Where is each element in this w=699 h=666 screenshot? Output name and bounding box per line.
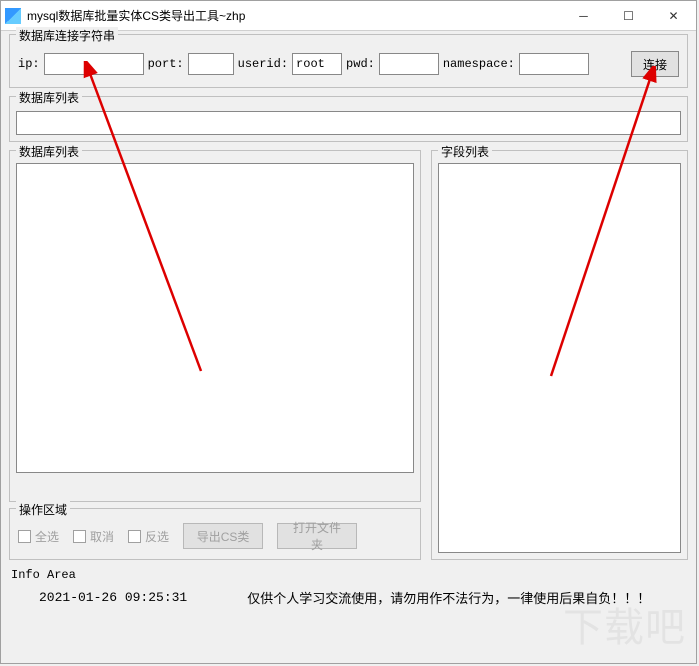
status-bar: 2021-01-26 09:25:31 仅供个人学习交流使用，请勿用作不法行为，… [9,584,688,613]
userid-label: userid: [238,57,288,71]
userid-input[interactable] [292,53,342,75]
checkbox-icon [73,530,86,543]
info-area-label: Info Area [11,568,688,582]
window-title: mysql数据库批量实体CS类导出工具~zhp [27,7,561,24]
database-list-2-legend: 数据库列表 [16,143,82,160]
database-list-1-group: 数据库列表 [9,96,688,142]
export-cs-button[interactable]: 导出CS类 [183,523,263,549]
namespace-input[interactable] [519,53,589,75]
status-message: 仅供个人学习交流使用，请勿用作不法行为，一律使用后果自负！！！ [247,588,650,607]
fields-legend: 字段列表 [438,143,492,160]
database-list-1-legend: 数据库列表 [16,89,82,106]
cancel-checkbox[interactable]: 取消 [73,528,114,545]
fields-listbox[interactable] [438,163,681,553]
operations-group: 操作区域 全选 取消 反选 [9,508,421,560]
select-all-label: 全选 [35,528,59,545]
ip-input[interactable] [44,53,144,75]
invert-checkbox[interactable]: 反选 [128,528,169,545]
connect-button[interactable]: 连接 [631,51,679,77]
invert-label: 反选 [145,528,169,545]
ip-label: ip: [18,57,40,71]
checkbox-icon [128,530,141,543]
maximize-button[interactable]: ☐ [606,1,651,30]
namespace-label: namespace: [443,57,515,71]
app-icon [5,8,21,24]
connection-group: 数据库连接字符串 ip: port: userid: pwd: namespac… [9,34,688,88]
app-window: mysql数据库批量实体CS类导出工具~zhp ─ ☐ ✕ 数据库连接字符串 i… [0,0,697,664]
cancel-label: 取消 [90,528,114,545]
port-input[interactable] [188,53,234,75]
database-list-2-group: 数据库列表 [9,150,421,502]
select-all-checkbox[interactable]: 全选 [18,528,59,545]
status-timestamp: 2021-01-26 09:25:31 [39,590,187,605]
close-button[interactable]: ✕ [651,1,696,30]
database-list-1-input[interactable] [16,111,681,135]
fields-group: 字段列表 [431,150,688,560]
open-folder-button[interactable]: 打开文件夹 [277,523,357,549]
operations-legend: 操作区域 [16,501,70,518]
pwd-input[interactable] [379,53,439,75]
database-listbox[interactable] [16,163,414,473]
pwd-label: pwd: [346,57,375,71]
connection-legend: 数据库连接字符串 [16,27,118,44]
checkbox-icon [18,530,31,543]
minimize-button[interactable]: ─ [561,1,606,30]
port-label: port: [148,57,184,71]
